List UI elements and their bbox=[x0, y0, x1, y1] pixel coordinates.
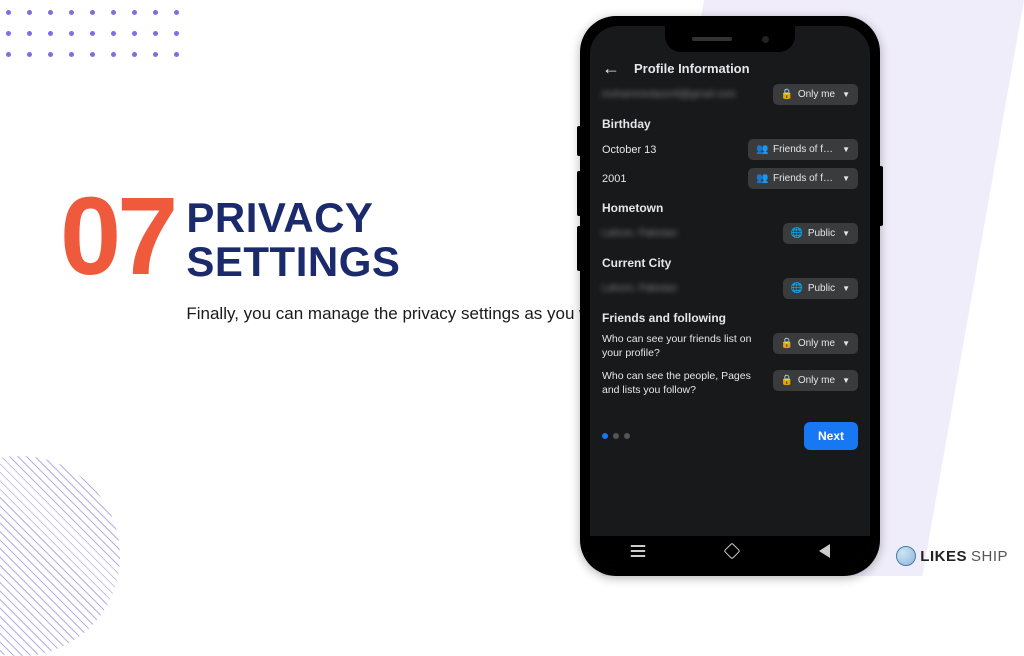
chevron-down-icon: ▼ bbox=[842, 145, 850, 154]
chevron-down-icon: ▼ bbox=[842, 284, 850, 293]
logo-icon bbox=[896, 546, 916, 566]
friends-section-title: Friends and following bbox=[602, 311, 858, 325]
birthday-date-privacy-selector[interactable]: 👥 Friends of frie… ▼ bbox=[748, 139, 858, 160]
friends-icon: 👥 bbox=[756, 144, 768, 155]
next-button[interactable]: Next bbox=[804, 422, 858, 450]
slide-subtitle: Finally, you can manage the privacy sett… bbox=[186, 302, 619, 326]
decorative-hatch-circle bbox=[0, 456, 120, 656]
slide-title: PRIVACY SETTINGS bbox=[186, 196, 619, 284]
nav-back-icon[interactable] bbox=[819, 544, 830, 558]
chevron-down-icon: ▼ bbox=[842, 376, 850, 385]
phone-frame: ← Profile Information mohammedazer8@gmai… bbox=[580, 16, 880, 576]
phone-notch bbox=[665, 26, 795, 52]
brand-logo: LIKESSHIP bbox=[896, 546, 1008, 566]
page-indicator bbox=[602, 433, 630, 439]
following-privacy-selector[interactable]: 🔒 Only me ▼ bbox=[773, 370, 858, 391]
friends-icon: 👥 bbox=[756, 173, 768, 184]
following-visibility-question: Who can see the people, Pages and lists … bbox=[602, 370, 765, 397]
friends-list-visibility-question: Who can see your friends list on your pr… bbox=[602, 333, 765, 360]
friends-list-privacy-selector[interactable]: 🔒 Only me ▼ bbox=[773, 333, 858, 354]
chevron-down-icon: ▼ bbox=[842, 90, 850, 99]
android-nav-bar bbox=[590, 536, 870, 566]
birthday-date-value: October 13 bbox=[602, 144, 656, 156]
chevron-down-icon: ▼ bbox=[842, 174, 850, 183]
email-value-blurred: mohammedazer8@gmail.com bbox=[602, 89, 736, 100]
globe-icon: 🌐 bbox=[791, 228, 803, 239]
step-number: 07 bbox=[60, 190, 174, 284]
lock-icon: 🔒 bbox=[781, 89, 793, 100]
current-city-value-blurred: Lahore, Pakistan bbox=[602, 283, 677, 294]
globe-icon: 🌐 bbox=[791, 283, 803, 294]
phone-screen: ← Profile Information mohammedazer8@gmai… bbox=[590, 26, 870, 566]
birthday-section-title: Birthday bbox=[602, 117, 858, 131]
header-title: Profile Information bbox=[634, 61, 750, 76]
decorative-dots bbox=[6, 10, 182, 60]
current-city-section-title: Current City bbox=[602, 256, 858, 270]
nav-home-icon[interactable] bbox=[724, 543, 741, 560]
hometown-section-title: Hometown bbox=[602, 201, 858, 215]
lock-icon: 🔒 bbox=[781, 338, 793, 349]
chevron-down-icon: ▼ bbox=[842, 339, 850, 348]
birthday-year-privacy-selector[interactable]: 👥 Friends of frie… ▼ bbox=[748, 168, 858, 189]
lock-icon: 🔒 bbox=[781, 375, 793, 386]
email-row: mohammedazer8@gmail.com 🔒 Only me ▼ bbox=[602, 84, 858, 105]
current-city-privacy-selector[interactable]: 🌐 Public ▼ bbox=[783, 278, 858, 299]
email-privacy-selector[interactable]: 🔒 Only me ▼ bbox=[773, 84, 858, 105]
nav-menu-icon[interactable] bbox=[631, 550, 645, 552]
birthday-year-value: 2001 bbox=[602, 173, 626, 185]
chevron-down-icon: ▼ bbox=[842, 229, 850, 238]
hometown-privacy-selector[interactable]: 🌐 Public ▼ bbox=[783, 223, 858, 244]
back-arrow-icon[interactable]: ← bbox=[602, 58, 620, 79]
hometown-value-blurred: Lahore, Pakistan bbox=[602, 228, 677, 239]
